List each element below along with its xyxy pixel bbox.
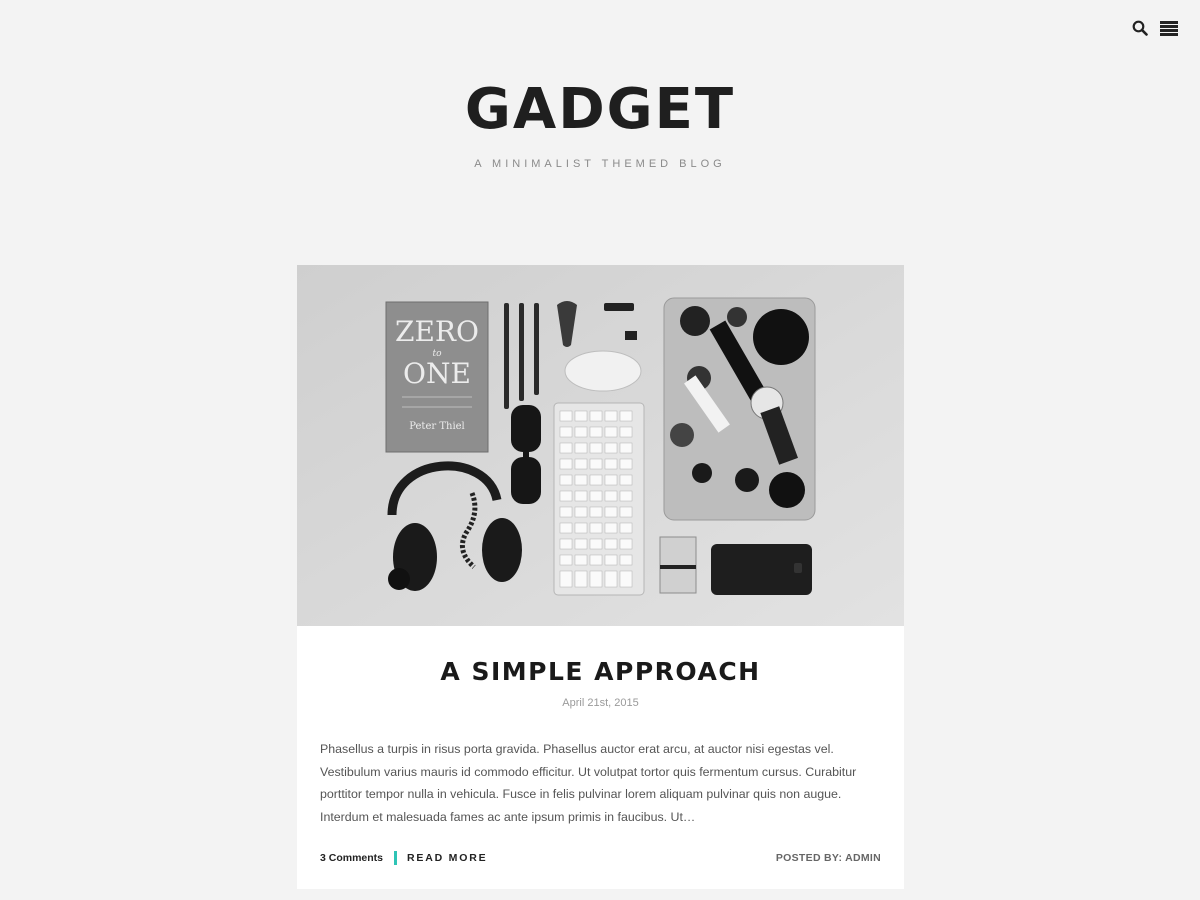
phone-illustration	[711, 544, 812, 595]
svg-text:ONE: ONE	[403, 357, 471, 390]
laptop-illustration	[663, 297, 816, 521]
post-featured-image[interactable]: ZERO to ONE Peter Thiel	[297, 265, 904, 626]
post-footer: 3 Comments READ MORE POSTED BY: ADMIN	[320, 851, 881, 865]
post-meta-left: 3 Comments READ MORE	[320, 851, 487, 865]
posted-by: POSTED BY: ADMIN	[775, 852, 881, 864]
keyboard-illustration	[553, 402, 645, 596]
book-illustration: ZERO to ONE Peter Thiel	[385, 301, 489, 453]
post-date: April 21st, 2015	[562, 697, 639, 709]
svg-text:Peter Thiel: Peter Thiel	[409, 421, 465, 432]
post-card: ZERO to ONE Peter Thiel A SIMPLE APPROAC…	[297, 265, 904, 889]
post-body: A SIMPLE APPROACH April 21st, 2015 Phase…	[297, 657, 904, 828]
comments-link[interactable]: 3 Comments	[320, 852, 383, 864]
search-icon[interactable]	[1132, 20, 1148, 36]
hamburger-menu-icon[interactable]	[1160, 20, 1178, 36]
post-title[interactable]: A SIMPLE APPROACH	[320, 657, 881, 686]
site-header: GADGET A MINIMALIST THEMED BLOG	[0, 0, 1200, 171]
accent-separator	[394, 851, 398, 865]
site-tagline: A MINIMALIST THEMED BLOG	[474, 158, 726, 170]
post-excerpt: Phasellus a turpis in risus porta gravid…	[320, 742, 857, 824]
svg-text:ZERO: ZERO	[395, 315, 479, 348]
site-title[interactable]: GADGET	[0, 80, 1200, 140]
header-actions	[1132, 20, 1178, 36]
read-more-link[interactable]: READ MORE	[407, 852, 487, 864]
